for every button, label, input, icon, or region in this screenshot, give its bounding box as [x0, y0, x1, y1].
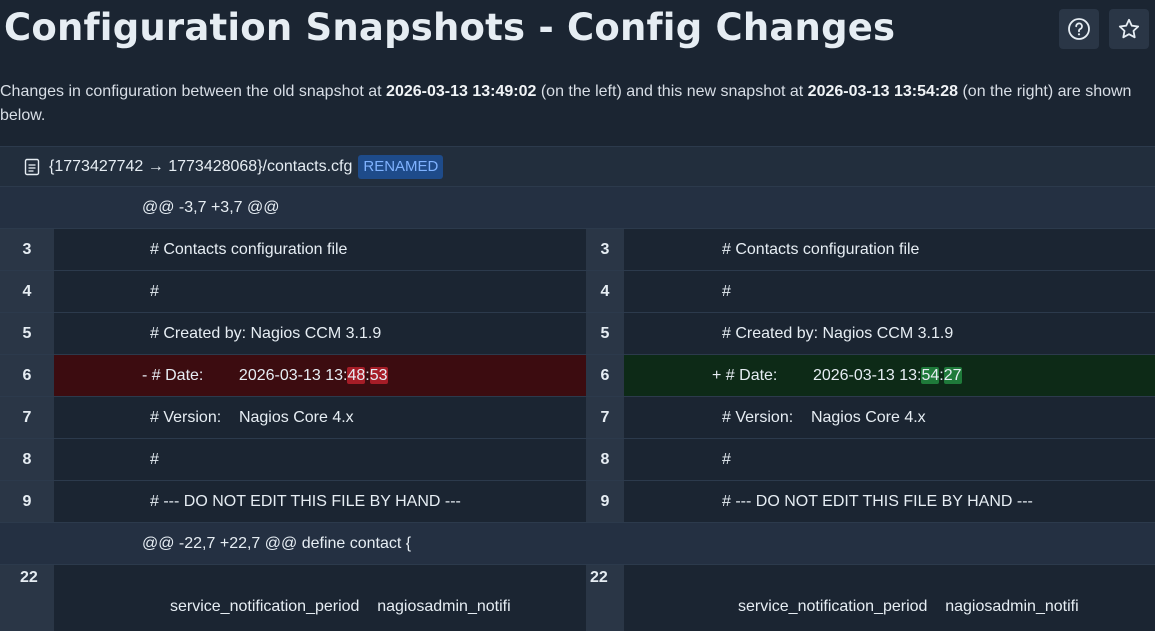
diff-row: 22 service_notification_period nagiosadm… — [0, 565, 1155, 631]
added-line: + # Date: 2026-03-13 13:54:27 — [624, 355, 1155, 397]
status-badge: RENAMED — [358, 155, 443, 179]
file-path: {1773427742 → 1773428068}/contacts.cfg — [49, 158, 352, 176]
left-line-number: 3 — [0, 229, 54, 271]
hunk-header-right — [624, 187, 1155, 229]
right-line-number: 3 — [586, 229, 624, 271]
hunk-line-number — [586, 523, 624, 565]
left-line-number: 7 — [0, 397, 54, 439]
right-line-number: 6 — [586, 355, 624, 397]
right-line-number: 9 — [586, 481, 624, 523]
right-line-number: 8 — [586, 439, 624, 481]
right-code: # — [624, 271, 1155, 313]
star-outline-icon — [1117, 17, 1141, 41]
right-line-number: 22 — [586, 565, 624, 631]
hunk-header-right — [624, 523, 1155, 565]
hunk-header-row: @@ -22,7 +22,7 @@ define contact { — [0, 523, 1155, 565]
hunk-line-number — [0, 187, 54, 229]
left-line-number: 9 — [0, 481, 54, 523]
favorite-button[interactable] — [1109, 9, 1149, 49]
diff-row: 8 # 8 # — [0, 439, 1155, 481]
left-line-number: 5 — [0, 313, 54, 355]
right-code: # --- DO NOT EDIT THIS FILE BY HAND --- — [624, 481, 1155, 523]
page-title: Configuration Snapshots - Config Changes — [4, 6, 895, 49]
right-code: # Contacts configuration file — [624, 229, 1155, 271]
changed-row: 6 - # Date: 2026-03-13 13:48:53 6 + # Da… — [0, 355, 1155, 397]
description-text: (on the left) and this new snapshot at — [536, 83, 807, 100]
left-code: # --- DO NOT EDIT THIS FILE BY HAND --- — [54, 481, 586, 523]
hunk-header-row: @@ -3,7 +3,7 @@ — [0, 187, 1155, 229]
left-code: # — [54, 271, 586, 313]
deleted-text: - # Date: 2026-03-13 13: — [142, 367, 347, 384]
diff-row: 7 # Version: Nagios Core 4.x 7 # Version… — [0, 397, 1155, 439]
description-text: Changes in configuration between the old… — [0, 83, 386, 100]
left-code: # Created by: Nagios CCM 3.1.9 — [54, 313, 586, 355]
deleted-highlight: 53 — [370, 367, 388, 384]
hunk-line-number — [586, 187, 624, 229]
deleted-line: - # Date: 2026-03-13 13:48:53 — [54, 355, 586, 397]
added-highlight: 54 — [921, 367, 939, 384]
hunk-line-number — [0, 523, 54, 565]
right-line-number: 7 — [586, 397, 624, 439]
right-code: # — [624, 439, 1155, 481]
diff-row: 9 # --- DO NOT EDIT THIS FILE BY HAND --… — [0, 481, 1155, 523]
added-text: + # Date: 2026-03-13 13: — [712, 367, 921, 384]
left-line-number: 6 — [0, 355, 54, 397]
right-code: # Version: Nagios Core 4.x — [624, 397, 1155, 439]
help-circle-icon — [1067, 17, 1091, 41]
side-by-side-diff: @@ -3,7 +3,7 @@ 3 # Contacts configurati… — [0, 186, 1155, 631]
diff-row: 5 # Created by: Nagios CCM 3.1.9 5 # Cre… — [0, 313, 1155, 355]
left-line-number: 4 — [0, 271, 54, 313]
right-code-text: # Created by: Nagios CCM 3.1.9 — [722, 325, 953, 342]
right-line-number: 4 — [586, 271, 624, 313]
snapshot-description: Changes in configuration between the old… — [0, 80, 1140, 128]
diff-row: 3 # Contacts configuration file 3 # Cont… — [0, 229, 1155, 271]
left-line-number: 8 — [0, 439, 54, 481]
left-code: # Version: Nagios Core 4.x — [54, 397, 586, 439]
right-line-number: 5 — [586, 313, 624, 355]
help-button[interactable] — [1059, 9, 1099, 49]
added-highlight: 27 — [944, 367, 962, 384]
diff-row: 4 # 4 # — [0, 271, 1155, 313]
hunk-header: @@ -3,7 +3,7 @@ — [54, 187, 586, 229]
new-snapshot-timestamp: 2026-03-13 13:54:28 — [808, 83, 958, 100]
hunk-header: @@ -22,7 +22,7 @@ define contact { — [54, 523, 586, 565]
left-code: # Contacts configuration file — [54, 229, 586, 271]
file-header: {1773427742 → 1773428068}/contacts.cfg R… — [0, 146, 1155, 187]
right-code: # Created by: Nagios CCM 3.1.9 — [624, 313, 1155, 355]
right-code: service_notification_period nagiosadmin_… — [624, 565, 1155, 631]
left-code: # — [54, 439, 586, 481]
old-snapshot-timestamp: 2026-03-13 13:49:02 — [386, 83, 536, 100]
file-text-icon — [24, 158, 40, 176]
left-code: service_notification_period nagiosadmin_… — [54, 565, 586, 631]
page-header: Configuration Snapshots - Config Changes — [0, 0, 1155, 70]
left-line-number: 22 — [0, 565, 54, 631]
deleted-highlight: 48 — [347, 367, 365, 384]
